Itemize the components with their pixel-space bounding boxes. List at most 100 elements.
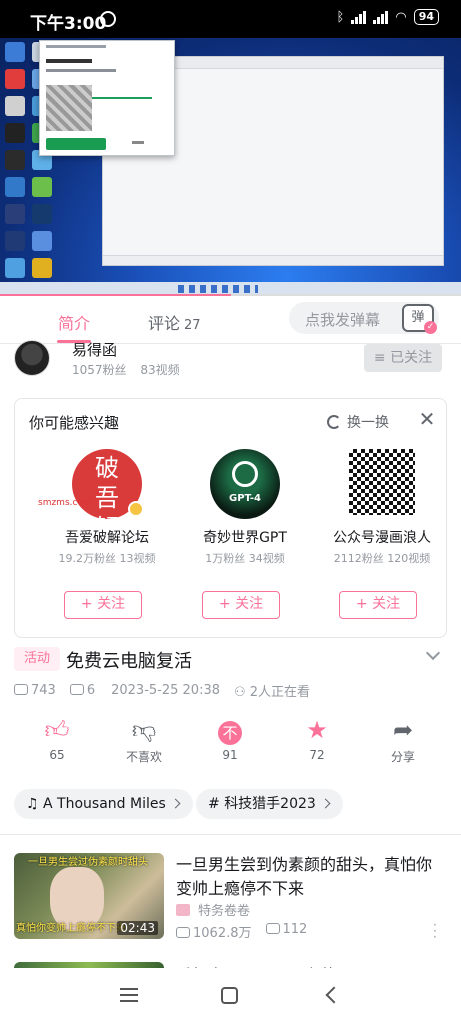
activity-tag[interactable]: 活动 <box>14 647 60 671</box>
follow-button[interactable]: + 关注 <box>339 591 417 619</box>
recommend-stats: 1万粉丝 34视频 <box>205 552 285 565</box>
uploader-videos: 83视频 <box>140 363 180 377</box>
recommend-item[interactable]: 破吾解爱 吾爱破解论坛 19.2万粉丝 13视频 + 关注 <box>37 449 177 629</box>
danmaku-icon <box>265 923 280 934</box>
related-stats: 1062.8万 112 <box>176 922 307 941</box>
related-views: 1062.8万 <box>176 922 252 941</box>
more-options-icon[interactable]: · · · <box>433 919 437 943</box>
related-title[interactable]: 一旦男生尝到伪素颜的甜头，真怕你变帅上瘾停不下来 <box>176 853 446 901</box>
tab-comment-label: 评论 <box>148 314 181 333</box>
uploader-name[interactable]: 易得函 <box>72 339 117 360</box>
video-meta: 743 6 2023-5-25 20:38 ⚇ 2人正在看 <box>14 681 310 700</box>
favorite-count: 72 <box>309 748 325 762</box>
follow-button[interactable]: + 关注 <box>64 591 142 619</box>
watching-count: 2人正在看 <box>249 685 311 700</box>
publish-date: 2023-5-25 20:38 <box>111 683 220 698</box>
views-stat: 743 <box>14 683 56 698</box>
related-author[interactable]: 特务卷卷 <box>176 900 250 919</box>
coin-button[interactable]: 不 91 <box>200 716 260 762</box>
refresh-label: 换一换 <box>347 415 389 431</box>
recommend-item[interactable]: GPT-4 奇妙世界GPT 1万粉丝 34视频 + 关注 <box>175 449 315 629</box>
refresh-button[interactable]: 换一换 <box>327 412 389 432</box>
favorite-icon: ★ <box>306 716 328 744</box>
recommend-stats: 19.2万粉丝 13视频 <box>58 552 156 565</box>
recommend-item[interactable]: 公众号漫画浪人 2112粉丝 120视频 + 关注 <box>312 449 452 629</box>
chevron-right-icon <box>320 798 331 809</box>
recent-apps-icon[interactable] <box>120 988 138 1002</box>
coin-icon: 不 <box>200 716 260 745</box>
up-badge-icon <box>176 904 190 916</box>
related-danmaku-count: 112 <box>282 922 308 937</box>
recommend-title: 你可能感兴趣 <box>29 414 120 432</box>
favorite-button[interactable]: ★ 72 <box>287 716 347 762</box>
alarm-icon <box>100 11 116 27</box>
followed-button[interactable]: ≡ 已关注 <box>364 344 442 372</box>
music-tag-label: A Thousand Miles <box>43 796 166 812</box>
battery-icon: 94 <box>413 9 439 25</box>
recommend-avatar[interactable]: GPT-4 <box>210 449 280 519</box>
chevron-down-icon[interactable] <box>425 645 441 661</box>
thumbnail-caption: 真怕你变帅上瘾停不下来 <box>16 923 126 934</box>
status-bar: 下午3:00 ᛒ ◠ 94 <box>0 0 461 38</box>
share-icon: ➦ <box>392 716 414 744</box>
recommend-name: 公众号漫画浪人 <box>333 530 431 546</box>
danmaku-toggle-label: 弹 <box>411 310 425 325</box>
chevron-right-icon <box>170 798 181 809</box>
system-nav-bar <box>0 968 461 1024</box>
play-icon <box>176 927 190 938</box>
tab-comment[interactable]: 评论 27 <box>148 310 201 334</box>
danmaku-toggle-icon[interactable]: 弹 ✓ <box>402 304 437 334</box>
signal-hd-icon <box>373 10 389 24</box>
danmaku-stat: 6 <box>69 683 96 698</box>
music-tag[interactable]: ♫ A Thousand Miles <box>14 789 193 819</box>
check-icon: ✓ <box>424 321 437 334</box>
recommend-name: 奇妙世界GPT <box>203 530 287 546</box>
follow-button[interactable]: + 关注 <box>202 591 280 619</box>
duration-badge: 02:43 <box>117 921 158 935</box>
back-icon[interactable] <box>325 986 343 1004</box>
like-button[interactable]: 👍︎ 65 <box>27 716 87 762</box>
related-views-count: 1062.8万 <box>193 926 252 941</box>
openai-logo-icon <box>232 461 258 487</box>
share-label: 分享 <box>390 750 415 764</box>
avatar-text: GPT-4 <box>229 493 261 504</box>
coin-glyph: 不 <box>218 721 242 745</box>
related-thumbnail[interactable]: 一旦男生尝过伪素颜时甜头 真怕你变帅上瘾停不下来 02:43 <box>14 853 164 939</box>
watermark: smzms.com <box>38 498 92 508</box>
dislike-button[interactable]: 👎︎ 不喜欢 <box>114 716 174 765</box>
people-icon: ⚇ <box>233 685 246 700</box>
clock: 下午3:00 <box>30 14 107 34</box>
topic-tag[interactable]: # 科技猎手2023 <box>196 789 343 819</box>
danmaku-icon <box>69 684 84 695</box>
coin-count: 91 <box>222 748 238 762</box>
watching-stat: ⚇ 2人正在看 <box>234 681 310 700</box>
play-icon <box>14 684 28 695</box>
danmaku-count: 6 <box>86 683 96 698</box>
related-danmaku: 112 <box>265 922 308 941</box>
video-title: 免费云电脑复活 <box>66 651 192 672</box>
recommend-card: 你可能感兴趣 换一换 ✕ 破吾解爱 吾爱破解论坛 19.2万粉丝 13视频 + … <box>14 398 447 638</box>
topic-tag-label: 科技猎手2023 <box>224 796 316 812</box>
qr-code-avatar[interactable] <box>349 449 415 515</box>
thumbnail-caption: 一旦男生尝过伪素颜时甜头 <box>28 857 148 868</box>
dislike-label: 不喜欢 <box>125 750 162 764</box>
comment-count: 27 <box>184 318 201 333</box>
wifi-icon: ◠ <box>395 9 407 25</box>
video-player[interactable] <box>0 38 461 296</box>
refresh-icon <box>327 415 341 429</box>
password-dialog <box>39 40 175 156</box>
tab-intro[interactable]: 简介 <box>58 310 90 334</box>
views-count: 743 <box>31 683 56 698</box>
bluetooth-icon: ᛒ <box>336 9 345 25</box>
music-note-icon: ♫ <box>26 796 39 812</box>
dislike-icon: 👎︎ <box>131 716 157 744</box>
close-icon[interactable]: ✕ <box>417 409 437 429</box>
related-author-name: 特务卷卷 <box>198 904 251 919</box>
share-button[interactable]: ➦ 分享 <box>373 716 433 765</box>
uploader-fans: 1057粉丝 <box>72 363 127 377</box>
home-icon[interactable] <box>221 987 238 1004</box>
like-icon: 👍︎ <box>44 716 70 744</box>
verified-badge-icon <box>128 501 144 517</box>
uploader-avatar[interactable] <box>14 340 50 376</box>
recommend-avatar[interactable]: 破吾解爱 <box>72 449 144 572</box>
